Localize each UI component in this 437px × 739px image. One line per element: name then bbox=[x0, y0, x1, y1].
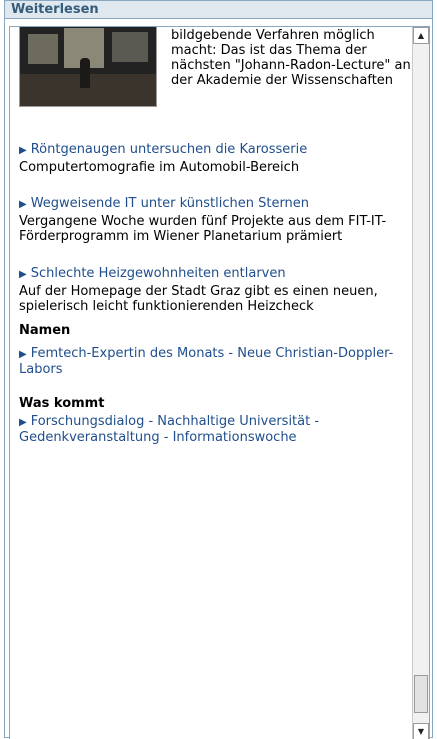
article-desc: Vergangene Woche wurden fünf Projekte au… bbox=[19, 214, 387, 244]
weiterlesen-panel: Weiterlesen mit großer Rechenkapazität b… bbox=[4, 0, 433, 739]
article-item: ▶ Schlechte Heizgewohnheiten entlarven Au… bbox=[19, 266, 411, 314]
article-link[interactable]: ▶ Wegweisende IT unter künstlichen Sterne… bbox=[19, 196, 411, 212]
article-link[interactable]: ▶ Röntgenaugen untersuchen die Karosserie bbox=[19, 142, 411, 158]
scrollbar-thumb[interactable] bbox=[414, 675, 428, 713]
section-item-was-kommt: ▶ Forschungsdialog - Nachhaltige Universi… bbox=[19, 414, 411, 445]
vertical-scrollbar[interactable]: ▲ ▼ bbox=[412, 27, 429, 739]
lead-image[interactable] bbox=[19, 27, 157, 107]
article-link[interactable]: ▶ Schlechte Heizgewohnheiten entlarven bbox=[19, 266, 411, 282]
article-desc: Auf der Homepage der Stadt Graz gibt es … bbox=[19, 284, 378, 314]
triangle-right-icon: ▶ bbox=[19, 417, 27, 428]
article-item: ▶ Röntgenaugen untersuchen die Karosserie… bbox=[19, 142, 411, 175]
triangle-right-icon: ▶ bbox=[19, 199, 27, 210]
panel-title: Weiterlesen bbox=[5, 1, 432, 19]
triangle-right-icon: ▶ bbox=[19, 269, 27, 280]
triangle-right-icon: ▶ bbox=[19, 349, 27, 360]
arrow-up-icon[interactable]: ▲ bbox=[413, 27, 429, 44]
arrow-down-icon[interactable]: ▼ bbox=[413, 723, 429, 739]
triangle-right-icon: ▶ bbox=[19, 145, 27, 156]
section-link[interactable]: ▶ Femtech-Expertin des Monats - Neue Chri… bbox=[19, 346, 411, 377]
article-item: ▶ Wegweisende IT unter künstlichen Sterne… bbox=[19, 196, 411, 244]
section-title-was-kommt: Was kommt bbox=[19, 396, 105, 411]
section-item-namen: ▶ Femtech-Expertin des Monats - Neue Chri… bbox=[19, 346, 411, 377]
section-link[interactable]: ▶ Forschungsdialog - Nachhaltige Universi… bbox=[19, 414, 411, 445]
section-title-namen: Namen bbox=[19, 323, 71, 338]
article-desc: Computertomografie im Automobil-Bereich bbox=[19, 160, 300, 175]
lead-text: mit großer Rechenkapazität bildgebende V… bbox=[171, 27, 411, 88]
content-frame: mit großer Rechenkapazität bildgebende V… bbox=[9, 26, 430, 739]
